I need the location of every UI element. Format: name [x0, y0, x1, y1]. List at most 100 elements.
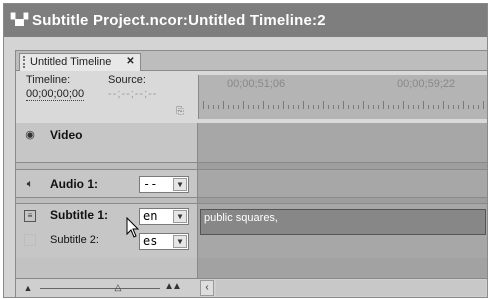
- ruler-tick: [393, 105, 394, 109]
- ruler-tick: [343, 101, 344, 109]
- chevron-down-icon[interactable]: ▼: [173, 178, 187, 191]
- audio-1-track-area[interactable]: [198, 170, 487, 197]
- speaker-icon[interactable]: 🔈︎: [24, 178, 36, 190]
- zoom-slider-track[interactable]: [40, 288, 160, 289]
- ruler-tick: [473, 105, 474, 109]
- video-track-header[interactable]: ◉ Video: [16, 123, 198, 162]
- subtitle-clip[interactable]: public squares,: [200, 209, 486, 235]
- ruler-tick: [243, 101, 244, 109]
- ruler-tick: [383, 101, 384, 109]
- zoom-slider-thumb[interactable]: △: [113, 282, 123, 292]
- audio-1-language-value: --: [143, 177, 158, 191]
- ruler-tick: [453, 105, 454, 109]
- ruler-tick: [358, 105, 359, 109]
- source-label: Source:: [108, 74, 146, 86]
- track-separator: [16, 163, 487, 170]
- mouse-cursor-icon: [126, 217, 140, 238]
- audio-1-track-name: Audio 1:: [50, 177, 98, 191]
- ruler-tick: [403, 101, 404, 109]
- chevron-down-icon[interactable]: ▼: [173, 235, 187, 248]
- ruler-tick: [263, 101, 264, 109]
- ruler-tick: [203, 101, 204, 109]
- ruler-tick: [468, 105, 469, 109]
- ruler-time-1: 00;00;51;06: [227, 78, 286, 90]
- ruler-tick: [228, 105, 229, 109]
- empty-head: [16, 258, 198, 278]
- subtitle-2-language-value: es: [143, 234, 158, 248]
- ruler-tick: [293, 105, 294, 109]
- timeline-panel: Untitled Timeline ✕ Timeline: Source: 00…: [15, 50, 487, 297]
- ruler-tick: [423, 101, 424, 109]
- subtitle-2-language-select[interactable]: es ▼: [139, 233, 189, 250]
- ruler-tick: [363, 101, 364, 109]
- time-ruler[interactable]: 00;00;51;06 00;00;59;22: [198, 75, 487, 119]
- subtitle-1-language-select[interactable]: en ▼: [139, 208, 189, 225]
- ruler-tick: [438, 105, 439, 109]
- subtitle-2-toggle[interactable]: [24, 234, 36, 246]
- ruler-tick: [448, 105, 449, 109]
- ruler-tick: [308, 105, 309, 109]
- tab-strip: Untitled Timeline ✕: [16, 51, 487, 71]
- ruler-tick: [313, 105, 314, 109]
- video-track: ◉ Video: [16, 123, 487, 163]
- ruler-tick: [268, 105, 269, 109]
- ruler-tick: [283, 101, 284, 109]
- eye-icon[interactable]: ◉: [24, 129, 36, 141]
- close-icon[interactable]: ✕: [125, 56, 136, 67]
- audio-1-track-header[interactable]: 🔈︎ Audio 1: -- ▼: [16, 170, 198, 197]
- ruler-tick: [368, 105, 369, 109]
- subtitle-tracks: ≡ Subtitle 1: en ▼ Subtitle 2: es ▼ publ…: [16, 204, 487, 258]
- ruler-tick: [208, 105, 209, 109]
- empty-area: [198, 258, 487, 278]
- ruler-tick: [353, 105, 354, 109]
- ruler-tick: [463, 101, 464, 109]
- ruler-tick: [258, 105, 259, 109]
- horizontal-scroll-track[interactable]: [216, 280, 486, 296]
- ruler-tick: [483, 101, 484, 109]
- chevron-left-icon[interactable]: ‹: [200, 280, 214, 296]
- ruler-tick: [373, 105, 374, 109]
- snap-icon[interactable]: ⎘: [176, 106, 188, 118]
- chevron-down-icon[interactable]: ▼: [173, 210, 187, 223]
- ruler-ticks: [199, 99, 487, 109]
- ruler-tick: [413, 105, 414, 109]
- ruler-tick: [418, 105, 419, 109]
- ruler-tick: [433, 105, 434, 109]
- timeline-header: Timeline: Source: 00;00;00;00 --;--;--;-…: [16, 71, 487, 123]
- video-track-name: Video: [50, 128, 83, 142]
- ruler-tick: [298, 105, 299, 109]
- audio-1-language-select[interactable]: -- ▼: [139, 176, 189, 193]
- subtitle-track-headers: ≡ Subtitle 1: en ▼ Subtitle 2: es ▼: [16, 204, 198, 258]
- video-track-area[interactable]: [198, 123, 487, 162]
- ruler-tick: [408, 105, 409, 109]
- film-frames-icon: ▚▞: [11, 14, 28, 26]
- ruler-tick: [428, 105, 429, 109]
- timeline-timecode[interactable]: 00;00;00;00: [26, 88, 85, 101]
- tab-untitled-timeline[interactable]: Untitled Timeline ✕: [19, 53, 141, 71]
- ruler-tick: [458, 105, 459, 109]
- tracks-area: ◉ Video 🔈︎ Audio 1: -- ▼ ≡ Subtitle 1: e…: [16, 123, 487, 278]
- ruler-tick: [318, 105, 319, 109]
- grip-icon[interactable]: [23, 56, 29, 68]
- separator-area: [198, 163, 487, 169]
- empty-track-space: [16, 258, 487, 278]
- subtitle-track-area[interactable]: public squares,: [198, 204, 487, 258]
- zoom-in-mountain-icon[interactable]: ▲▲: [164, 281, 182, 293]
- ruler-tick: [223, 101, 224, 109]
- ruler-tick: [333, 105, 334, 109]
- ruler-tick: [378, 105, 379, 109]
- ruler-tick: [233, 105, 234, 109]
- ruler-time-2: 00;00;59;22: [397, 78, 456, 90]
- ruler-tick: [443, 101, 444, 109]
- window-title-bar[interactable]: ▚▞ Subtitle Project.ncor:Untitled Timeli…: [4, 4, 487, 37]
- ruler-tick: [323, 101, 324, 109]
- subtitle-1-language-value: en: [143, 209, 158, 223]
- ruler-tick: [328, 105, 329, 109]
- ruler-tick: [213, 105, 214, 109]
- subtitle-1-track-name: Subtitle 1:: [50, 208, 109, 222]
- zoom-out-mountain-icon[interactable]: ▲: [22, 282, 34, 294]
- ruler-tick: [398, 105, 399, 109]
- timeline-label: Timeline:: [26, 74, 71, 86]
- audio-1-track: 🔈︎ Audio 1: -- ▼: [16, 170, 487, 198]
- subtitle-track-icon[interactable]: ≡: [24, 210, 36, 222]
